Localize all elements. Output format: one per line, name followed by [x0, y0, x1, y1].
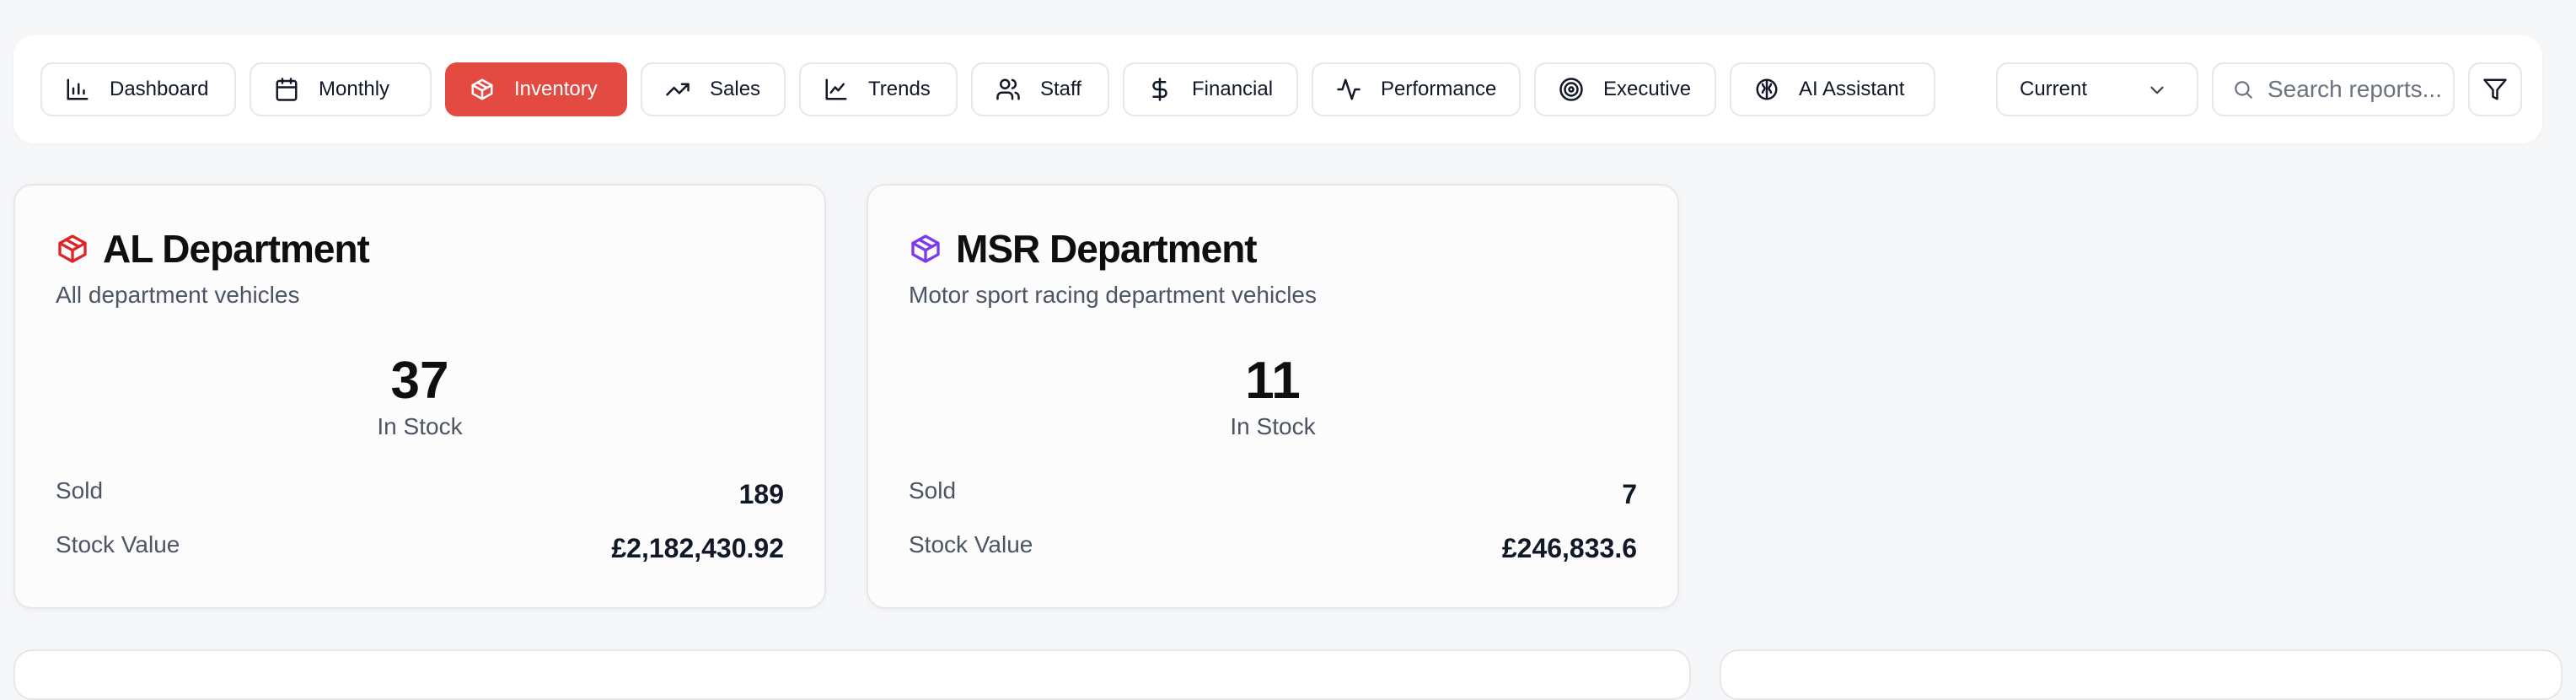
tab-monthly[interactable]: Monthly [250, 62, 432, 116]
card-description: All department vehicles [56, 282, 300, 308]
tab-label: Trends [868, 78, 931, 100]
search-icon [2235, 81, 2252, 99]
bar-chart-icon [64, 76, 91, 103]
users-icon [995, 76, 1022, 103]
tab-sales[interactable]: Sales [641, 62, 786, 116]
period-select-value: Current [2020, 78, 2088, 100]
line-chart-icon [823, 76, 850, 103]
in-stock-label: In Stock [1230, 413, 1316, 439]
card-header: AL Department [56, 226, 370, 272]
tab-ai-assistant[interactable]: AI Assistant [1730, 62, 1935, 116]
tab-label: Sales [710, 78, 761, 100]
dollar-icon [1146, 76, 1173, 103]
tab-label: Dashboard [110, 78, 209, 100]
tab-inventory[interactable]: Inventory [445, 62, 627, 116]
card-title: AL Department [103, 227, 370, 271]
card-description: Motor sport racing department vehicles [909, 282, 1317, 308]
sold-value: 7 [1622, 479, 1637, 509]
report-nav-bar: Dashboard Monthly Inventory Sales Trends… [13, 35, 2542, 143]
sold-value: 189 [738, 479, 784, 509]
tab-executive[interactable]: Executive [1534, 62, 1716, 116]
brain-icon [1753, 76, 1780, 103]
stock-value-label: Stock Value [56, 531, 180, 557]
tab-label: AI Assistant [1799, 78, 1905, 100]
trending-up-icon [664, 76, 691, 103]
tab-label: Executive [1603, 78, 1692, 100]
lower-panel-left [13, 649, 1691, 700]
search-input[interactable] [2267, 76, 2453, 103]
tab-label: Inventory [514, 78, 598, 100]
search-box[interactable] [2212, 62, 2455, 116]
sold-label: Sold [56, 477, 104, 503]
chevron-down-icon [2150, 86, 2164, 94]
box-icon [911, 234, 940, 263]
card-header: MSR Department [909, 226, 1258, 272]
activity-icon [1335, 76, 1362, 103]
tab-label: Staff [1040, 78, 1081, 100]
in-stock-count: 11 [1245, 352, 1301, 410]
stock-value: £246,833.6 [1501, 533, 1637, 563]
department-card-msr: MSR Department Motor sport racing depart… [867, 184, 1679, 609]
card-title: MSR Department [956, 227, 1258, 271]
tab-staff[interactable]: Staff [971, 62, 1109, 116]
period-select[interactable]: Current [1996, 62, 2198, 116]
tab-label: Monthly [319, 78, 390, 100]
stock-value-label: Stock Value [909, 531, 1033, 557]
calendar-icon [273, 76, 300, 103]
tab-label: Financial [1192, 78, 1274, 100]
tab-trends[interactable]: Trends [799, 62, 958, 116]
tab-dashboard[interactable]: Dashboard [40, 62, 236, 116]
stock-value: £2,182,430.92 [611, 533, 784, 563]
in-stock-label: In Stock [377, 413, 463, 439]
in-stock-count: 37 [390, 352, 449, 410]
sold-label: Sold [909, 477, 957, 503]
tab-financial[interactable]: Financial [1123, 62, 1298, 116]
box-icon [469, 76, 496, 103]
target-icon [1558, 76, 1585, 103]
filter-button[interactable] [2468, 62, 2522, 116]
tab-label: Performance [1381, 78, 1497, 100]
box-icon [58, 234, 87, 263]
lower-panel-right [1720, 649, 2563, 700]
department-card-al: AL Department All department vehicles 37… [13, 184, 826, 609]
filter-icon [2483, 78, 2507, 100]
tab-performance[interactable]: Performance [1312, 62, 1521, 116]
